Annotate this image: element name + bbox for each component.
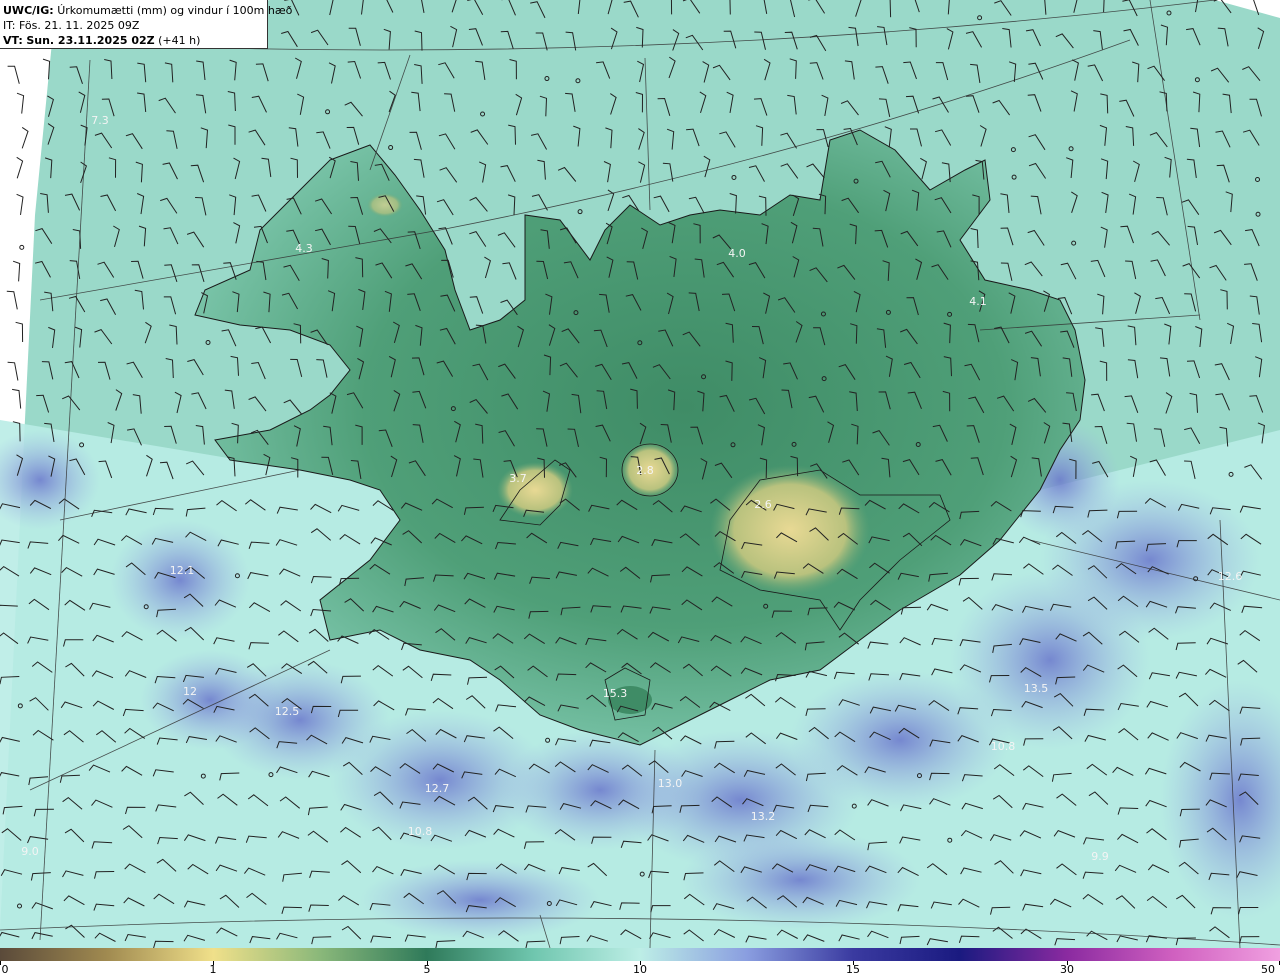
colorbar-tick-label: 5 (423, 963, 431, 976)
colorbar-tick-label: 0 (1, 963, 9, 976)
map-header: UWC/IG: Úrkomumætti (mm) og vindur í 100… (0, 0, 292, 49)
colorbar-strip (0, 948, 1280, 961)
valid-prefix: VT: (3, 34, 23, 47)
precip-label: 9.9 (1091, 850, 1109, 863)
precip-label: 9.0 (21, 845, 39, 858)
colorbar-tick-label: 10 (633, 963, 647, 976)
precip-label: 4.1 (969, 295, 987, 308)
colorbar: 0 1 5 10 15 30 50 (0, 948, 1280, 978)
precip-label: 12 (183, 685, 197, 698)
initial-time: IT: Fös. 21. 11. 2025 09Z (3, 19, 140, 32)
precip-label: 13.2 (751, 810, 776, 823)
precip-label: 10.8 (991, 740, 1016, 753)
precip-label: 3.7 (509, 472, 527, 485)
precip-label: 13.5 (1024, 682, 1049, 695)
precipitation-wind-map: 7.3 4.3 4.0 4.1 3.7 2.8 2.6 12.1 12 12.5 12.7 13.0 1… (0, 0, 1280, 948)
valid-time: Sun. 23.11.2025 02Z (26, 34, 155, 47)
colorbar-tick-label: 30 (1060, 963, 1074, 976)
precip-label: 13.0 (658, 777, 683, 790)
precip-label: 12.7 (425, 782, 450, 795)
precip-label: 4.3 (295, 242, 313, 255)
valid-time-line: VT: Sun. 23.11.2025 02Z (+41 h) (3, 33, 267, 48)
map-title: Úrkomumætti (mm) og vindur í 100m hæð (57, 4, 293, 17)
model-label: UWC/IG: (3, 4, 54, 17)
precip-label: 7.3 (91, 114, 109, 127)
precip-label: 12.1 (170, 564, 195, 577)
lead-time: (+41 h) (158, 34, 201, 47)
precip-label: 15.3 (603, 687, 628, 700)
precip-label: 2.8 (636, 464, 654, 477)
colorbar-tick-label: 1 (209, 963, 217, 976)
precip-label: 4.0 (728, 247, 746, 260)
title-line: UWC/IG: Úrkomumætti (mm) og vindur í 100… (3, 3, 292, 18)
precip-label: 2.6 (754, 498, 772, 511)
precip-label: 10.8 (408, 825, 433, 838)
colorbar-tick-label: 50 (1261, 963, 1275, 976)
colorbar-tick-label: 15 (846, 963, 860, 976)
precip-label: 12.6 (1218, 570, 1243, 583)
precip-label: 12.5 (275, 705, 300, 718)
